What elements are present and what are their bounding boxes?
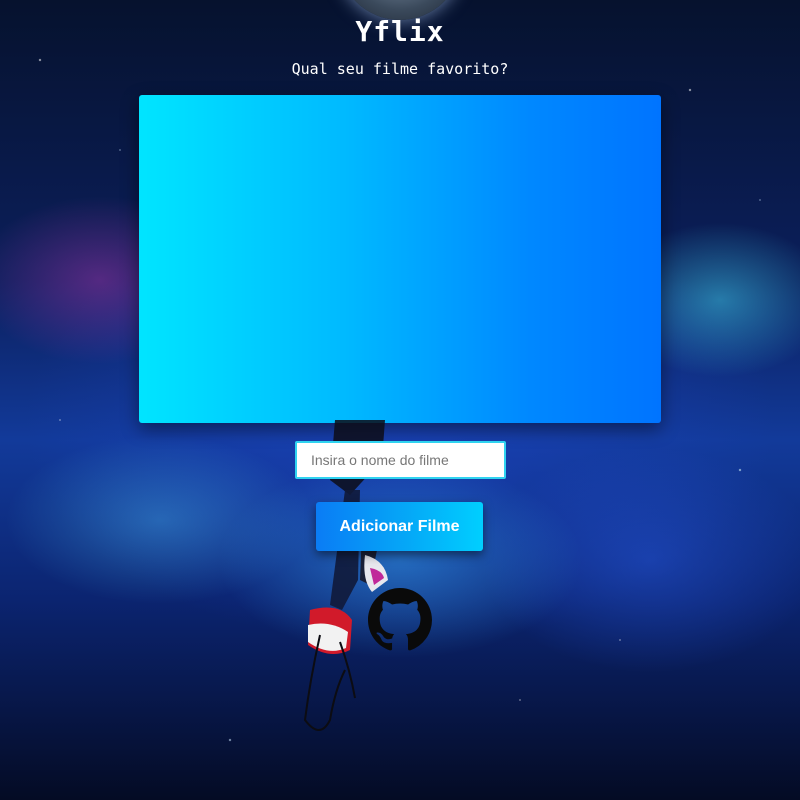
movie-name-input[interactable] xyxy=(295,441,506,479)
add-movie-button[interactable]: Adicionar Filme xyxy=(316,502,483,551)
github-link[interactable] xyxy=(368,588,432,652)
movie-list-panel xyxy=(139,95,661,423)
github-icon xyxy=(368,588,432,651)
page-subtitle: Qual seu filme favorito? xyxy=(291,60,509,78)
page-title: Yflix xyxy=(355,15,445,48)
